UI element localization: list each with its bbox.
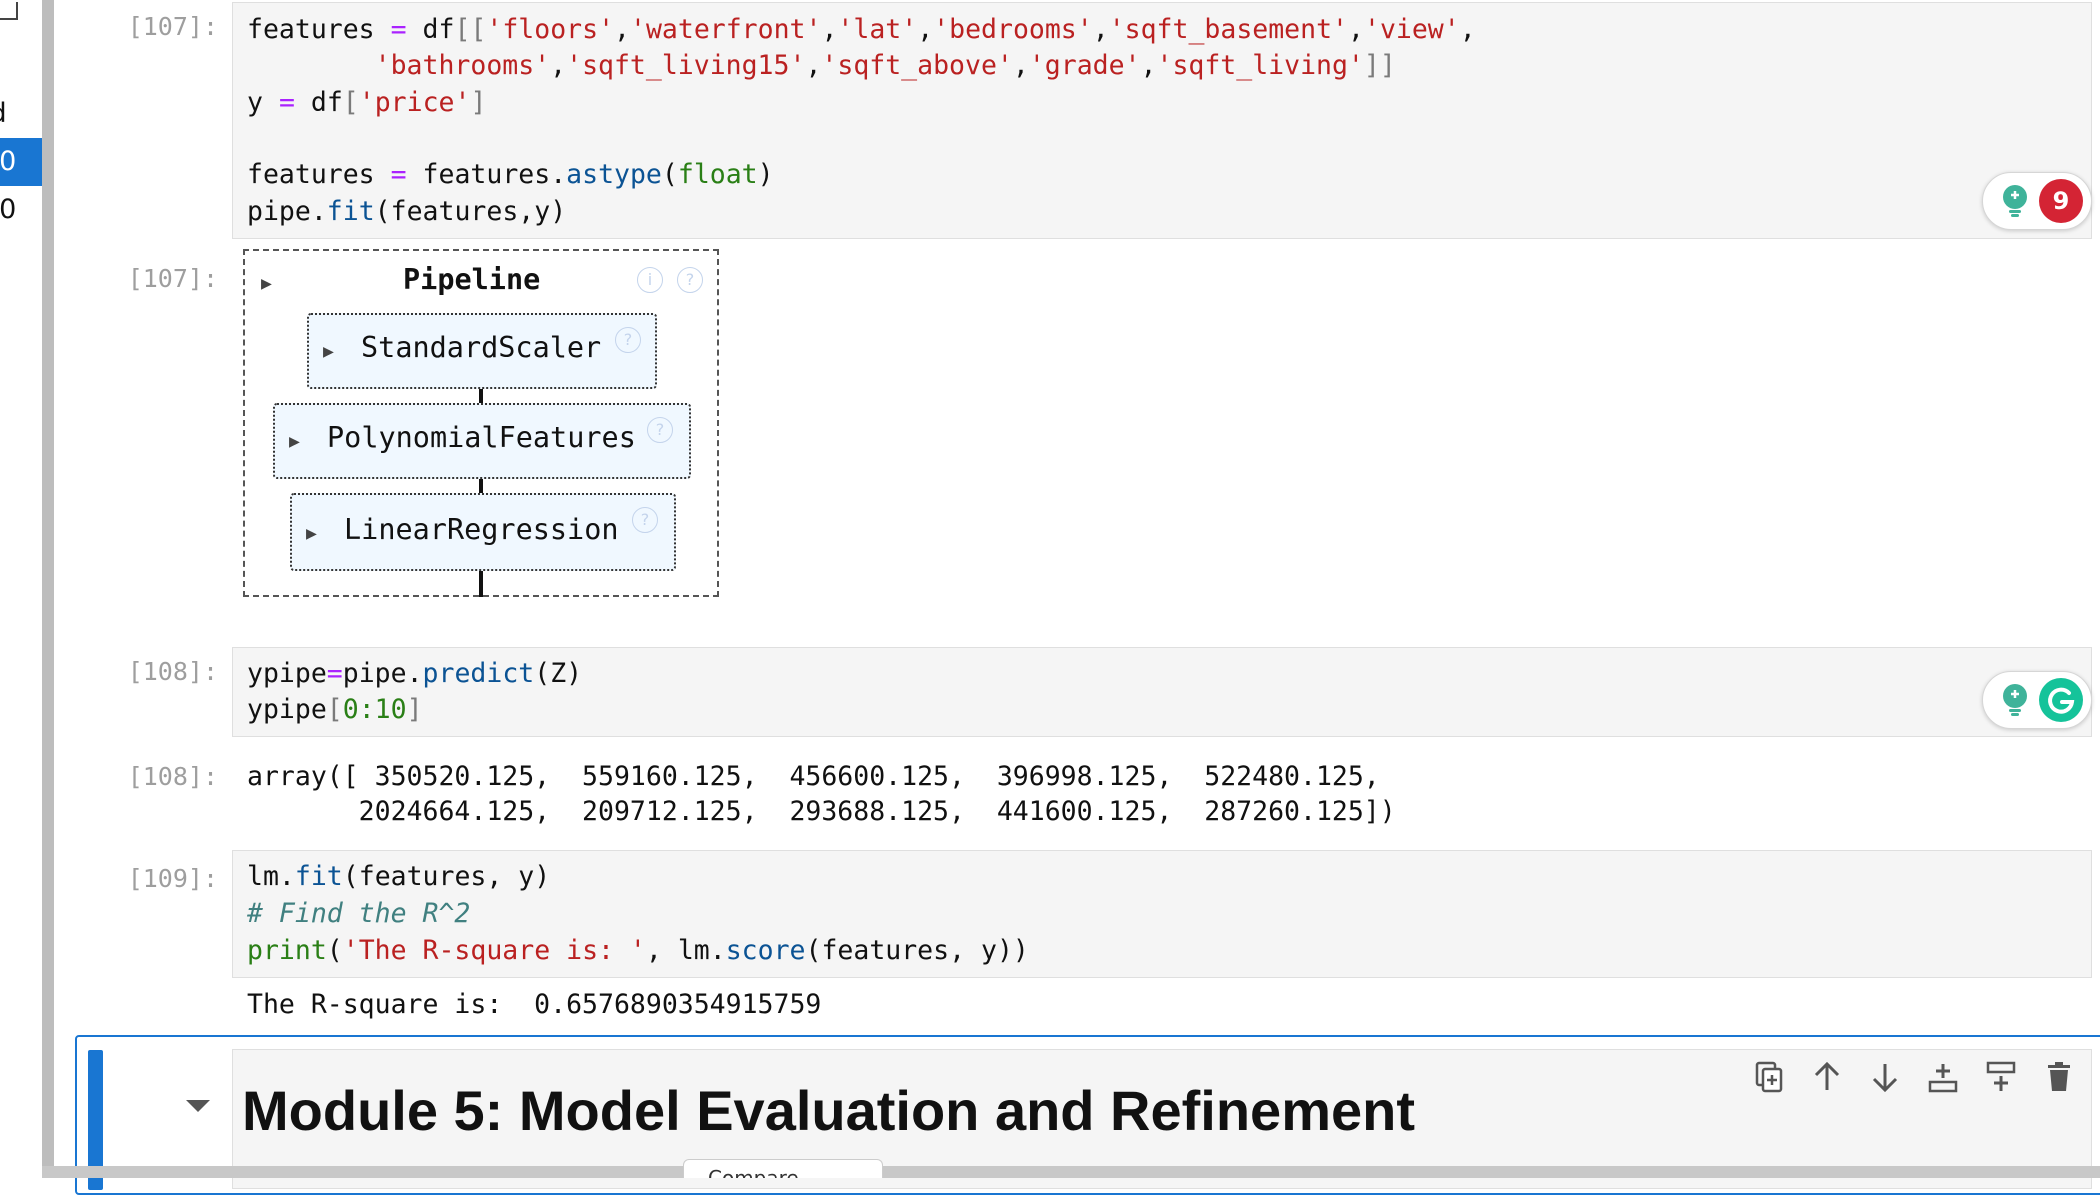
expand-arrow-icon[interactable]: ▶ [323, 341, 334, 362]
connector-line [479, 387, 483, 403]
move-down-icon[interactable] [1868, 1060, 1902, 1094]
code-cell-editor[interactable]: features = df[['floors','waterfront','la… [232, 2, 2092, 239]
sidebar-item[interactable]: ld [0, 90, 42, 138]
pipeline-title[interactable]: Pipeline [403, 263, 540, 296]
insert-below-icon[interactable] [1984, 1060, 2018, 1094]
output-text-line: The R-square is: 0.6576890354915759 [247, 989, 822, 1020]
delete-icon[interactable] [2042, 1060, 2076, 1094]
sidebar-item-selected[interactable]: 10 [0, 138, 42, 186]
info-icon[interactable]: i [637, 267, 663, 293]
code-cell-editor[interactable]: ypipe=pipe.predict(Z) ypipe[0:10] [232, 647, 2092, 737]
connector-line [479, 569, 483, 597]
code-line: ypipe[0:10] [247, 694, 423, 725]
help-icon[interactable]: ? [632, 507, 658, 533]
pipeline-step-linearregression[interactable]: ▶ LinearRegression ? [290, 493, 676, 571]
connector-line [479, 477, 483, 493]
output-text-line: 2024664.125, 209712.125, 293688.125, 441… [247, 796, 1396, 827]
move-up-icon[interactable] [1810, 1060, 1844, 1094]
collapse-heading-icon[interactable] [186, 1100, 210, 1112]
code-line: features = features.astype(float) [247, 159, 774, 190]
step-label: LinearRegression [344, 513, 619, 546]
input-prompt: [109]: [127, 864, 218, 893]
input-prompt: [108]: [127, 657, 218, 686]
code-line: y = df['price'] [247, 87, 487, 118]
floating-tab[interactable]: Compare [683, 1159, 883, 1178]
code-assistant-badge[interactable] [1982, 671, 2092, 729]
insert-above-icon[interactable] [1926, 1060, 1960, 1094]
code-line: pipe.fit(features,y) [247, 196, 567, 227]
code-cell-editor[interactable]: lm.fit(features, y) # Find the R^2 print… [232, 850, 2092, 978]
step-label: PolynomialFeatures [327, 421, 636, 454]
lightbulb-icon [2003, 185, 2027, 217]
sidebar-resize-handle[interactable] [42, 0, 54, 1178]
sidebar-item[interactable]: 10 [0, 186, 42, 234]
issues-count-badge[interactable]: 9 [2039, 179, 2083, 223]
step-label: StandardScaler [361, 331, 602, 364]
file-browser-sidebar: ld 10 10 [0, 0, 42, 1178]
output-prompt: [108]: [127, 762, 218, 791]
code-assistant-badge[interactable]: 9 [1982, 172, 2092, 230]
section-heading: Module 5: Model Evaluation and Refinemen… [242, 1079, 1415, 1142]
code-comment: # Find the R^2 [247, 898, 471, 929]
code-line: print('The R-square is: ', lm.score(feat… [247, 935, 1029, 966]
input-prompt: [107]: [127, 12, 218, 41]
code-line: 'bathrooms','sqft_living15','sqft_above'… [374, 50, 1396, 81]
sidebar-checkbox[interactable] [0, 2, 18, 20]
help-icon[interactable]: ? [647, 417, 673, 443]
lightbulb-icon [2003, 684, 2027, 716]
code-line: features = df[['floors','waterfront','la… [247, 14, 1476, 45]
output-prompt: [107]: [127, 264, 218, 293]
code-line: lm.fit(features, y) [247, 861, 551, 892]
output-text-line: array([ 350520.125, 559160.125, 456600.1… [247, 761, 1380, 792]
pipeline-step-standardscaler[interactable]: ▶ StandardScaler ? [307, 313, 657, 389]
expand-arrow-icon[interactable]: ▶ [261, 273, 272, 294]
pipeline-step-polynomialfeatures[interactable]: ▶ PolynomialFeatures ? [273, 403, 691, 479]
expand-arrow-icon[interactable]: ▶ [306, 523, 317, 544]
horizontal-scrollbar[interactable] [42, 1166, 2100, 1178]
expand-arrow-icon[interactable]: ▶ [289, 431, 300, 452]
code-line: ypipe=pipe.predict(Z) [247, 658, 583, 689]
help-icon[interactable]: ? [615, 327, 641, 353]
grammarly-icon[interactable] [2039, 678, 2083, 722]
duplicate-icon[interactable] [1752, 1060, 1786, 1094]
help-icon[interactable]: ? [677, 267, 703, 293]
pipeline-diagram: ▶ Pipeline i ? ▶ StandardScaler ? ▶ Poly… [243, 249, 719, 597]
